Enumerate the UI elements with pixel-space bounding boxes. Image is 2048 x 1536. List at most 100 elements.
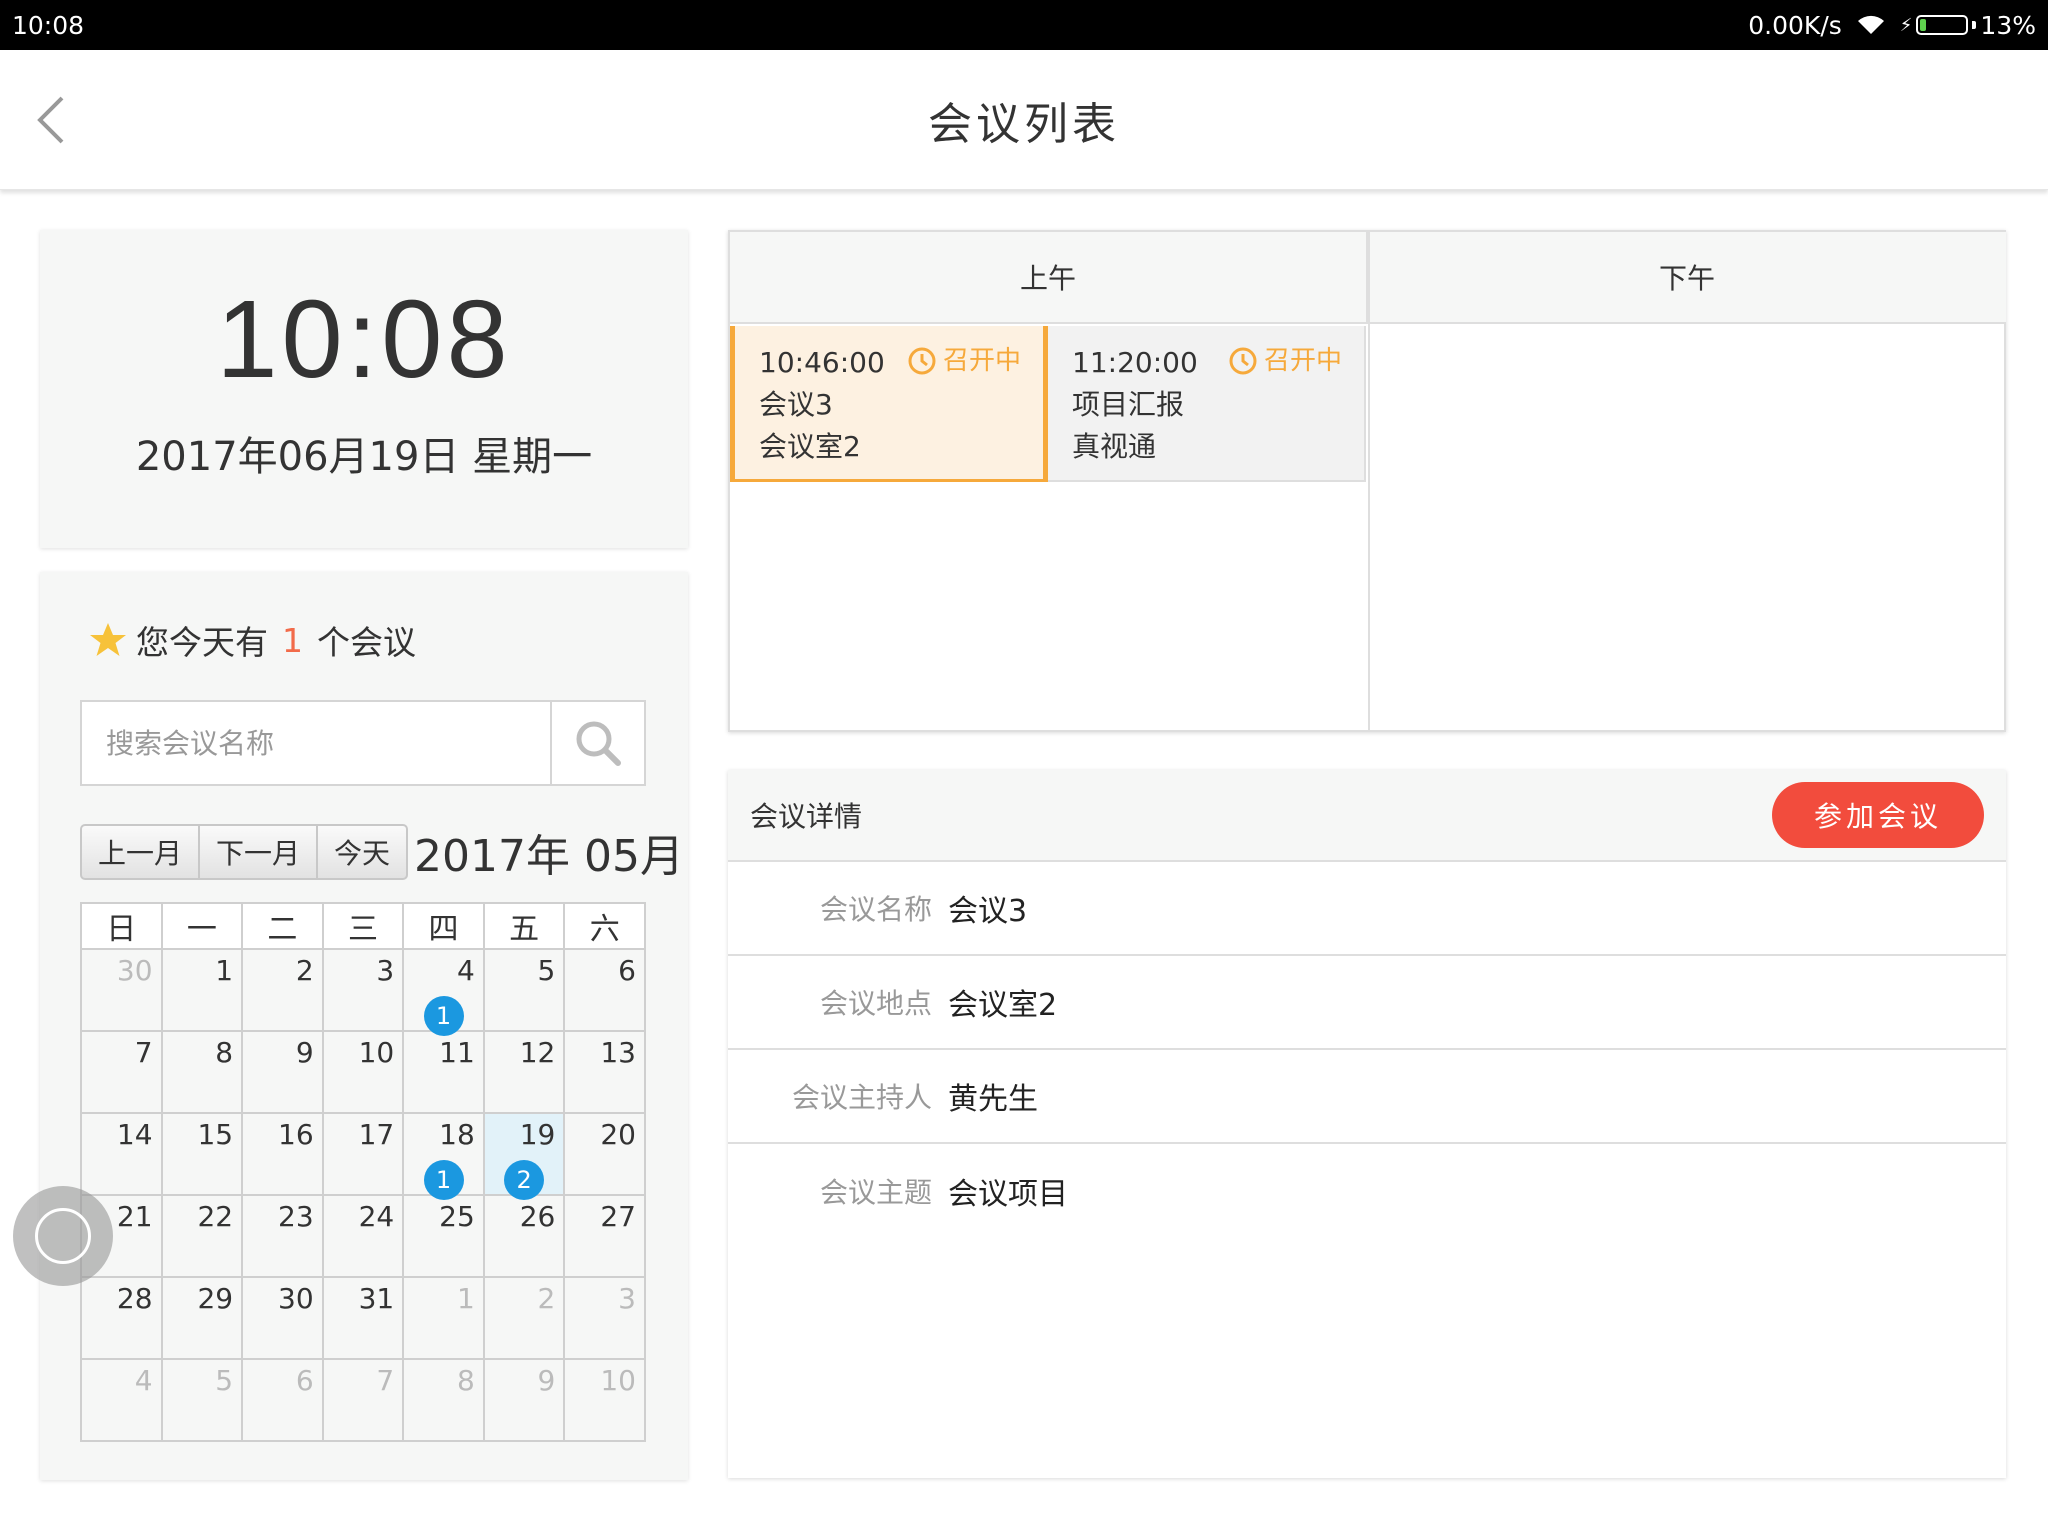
details-title: 会议详情 bbox=[750, 800, 863, 833]
meeting-status: 召开中 bbox=[907, 340, 1021, 382]
calendar-day[interactable]: 9 bbox=[482, 1358, 566, 1442]
detail-value: 会议室2 bbox=[948, 988, 1058, 1023]
day-number: 1 bbox=[215, 954, 234, 987]
search-button[interactable] bbox=[550, 702, 644, 784]
day-number: 12 bbox=[519, 1036, 556, 1069]
detail-label: 会议主题 bbox=[819, 1176, 932, 1209]
day-number: 4 bbox=[456, 954, 475, 987]
weekday-header: 六 bbox=[563, 902, 646, 950]
day-number: 6 bbox=[618, 954, 636, 987]
calendar-day[interactable]: 24 bbox=[321, 1194, 405, 1278]
calendar-day[interactable]: 7 bbox=[80, 1030, 163, 1114]
day-number: 21 bbox=[116, 1200, 153, 1233]
calendar-day[interactable]: 29 bbox=[160, 1276, 244, 1360]
day-number: 10 bbox=[600, 1364, 636, 1397]
calendar-day[interactable]: 15 bbox=[160, 1112, 244, 1196]
meeting-card[interactable]: 11:20:00 项目汇报 真视通 召开中 bbox=[1048, 326, 1366, 482]
calendar-day[interactable]: 41 bbox=[402, 948, 485, 1036]
calendar-day[interactable]: 14 bbox=[80, 1112, 163, 1196]
back-icon[interactable] bbox=[30, 90, 80, 150]
today-prefix: 您今天有 bbox=[136, 623, 268, 662]
calendar-day[interactable]: 8 bbox=[402, 1358, 485, 1442]
day-number: 18 bbox=[439, 1118, 475, 1151]
status-bar: 10:08 0.00K/s ⚡ 13% bbox=[0, 0, 2048, 50]
detail-value: 会议3 bbox=[948, 894, 1028, 929]
calendar-day[interactable]: 22 bbox=[160, 1194, 244, 1278]
floating-assist-button[interactable] bbox=[13, 1186, 113, 1286]
search-input[interactable] bbox=[82, 702, 550, 784]
detail-value: 会议项目 bbox=[948, 1177, 1068, 1212]
calendar-day[interactable]: 9 bbox=[241, 1030, 324, 1114]
detail-row: 会议名称 会议3 bbox=[728, 862, 2006, 956]
weekday-header: 四 bbox=[402, 902, 485, 950]
calendar-day[interactable]: 2 bbox=[241, 948, 324, 1032]
calendar-day[interactable]: 3 bbox=[563, 1276, 646, 1360]
calendar-day[interactable]: 19 2 bbox=[482, 1112, 566, 1200]
day-number: 19 bbox=[519, 1118, 556, 1151]
page-title: 会议列表 bbox=[928, 98, 1120, 150]
meeting-count-badge: 2 bbox=[504, 1160, 545, 1200]
day-number: 7 bbox=[376, 1364, 395, 1397]
battery-indicator: ⚡ 13% bbox=[1900, 11, 2036, 40]
day-number: 31 bbox=[358, 1282, 395, 1315]
afternoon-header: 下午 bbox=[1368, 232, 2006, 324]
calendar-day[interactable]: 4 bbox=[80, 1358, 163, 1442]
calendar-day[interactable]: 6 bbox=[241, 1358, 324, 1442]
day-number: 22 bbox=[197, 1200, 234, 1233]
calendar-day[interactable]: 23 bbox=[241, 1194, 324, 1278]
day-number: 11 bbox=[439, 1036, 475, 1069]
calendar-day[interactable]: 10 bbox=[321, 1030, 405, 1114]
month-nav: 上一月 下一月 今天 2017年 05月 bbox=[80, 820, 684, 884]
weekday-header: 二 bbox=[241, 902, 324, 950]
status-time: 10:08 bbox=[12, 10, 85, 40]
day-number: 25 bbox=[439, 1200, 475, 1233]
meeting-room: 会议室2 bbox=[759, 430, 861, 463]
calendar-day[interactable]: 5 bbox=[482, 948, 566, 1032]
day-number: 8 bbox=[215, 1036, 234, 1069]
calendar-day[interactable]: 5 bbox=[160, 1358, 244, 1442]
calendar-day[interactable]: 8 bbox=[160, 1030, 244, 1114]
calendar-day[interactable]: 30 bbox=[241, 1276, 324, 1360]
calendar-day[interactable]: 7 bbox=[321, 1358, 405, 1442]
clock-icon bbox=[908, 347, 936, 375]
calendar-day[interactable]: 3 bbox=[321, 948, 405, 1032]
today-button[interactable]: 今天 bbox=[318, 826, 406, 878]
calendar-day[interactable]: 17 bbox=[321, 1112, 405, 1196]
calendar-day[interactable]: 1 bbox=[402, 1276, 485, 1360]
calendar-day[interactable]: 28 bbox=[80, 1276, 163, 1360]
calendar-day[interactable]: 11 bbox=[402, 1030, 485, 1114]
calendar-day[interactable]: 16 bbox=[241, 1112, 324, 1196]
today-meeting-count: 1 bbox=[282, 620, 303, 660]
battery-percent: 13% bbox=[1980, 10, 2036, 40]
calendar-day[interactable]: 12 bbox=[482, 1030, 566, 1114]
join-meeting-button[interactable]: 参加会议 bbox=[1772, 782, 1984, 848]
calendar-day[interactable]: 26 bbox=[482, 1194, 566, 1278]
detail-row: 会议主持人 黄先生 bbox=[728, 1050, 2006, 1144]
calendar-day[interactable]: 10 bbox=[563, 1358, 646, 1442]
calendar-day[interactable]: 1 bbox=[160, 948, 244, 1032]
detail-row: 会议地点 会议室2 bbox=[728, 956, 2006, 1050]
next-month-button[interactable]: 下一月 bbox=[200, 826, 319, 878]
morning-header: 上午 bbox=[730, 232, 1368, 324]
clock-date: 2017年06月19日 星期一 bbox=[135, 434, 593, 480]
today-suffix: 个会议 bbox=[317, 623, 416, 662]
day-number: 30 bbox=[116, 954, 153, 987]
weekday-header: 五 bbox=[482, 902, 566, 950]
calendar-day[interactable]: 27 bbox=[563, 1194, 646, 1278]
meeting-count-badge: 1 bbox=[423, 996, 464, 1036]
calendar-day[interactable]: 2 bbox=[482, 1276, 566, 1360]
calendar-day[interactable]: 6 bbox=[563, 948, 646, 1032]
day-number: 20 bbox=[600, 1118, 636, 1151]
meeting-card[interactable]: 10:46:00 会议3 会议室2 召开中 bbox=[730, 326, 1048, 482]
calendar-day[interactable]: 20 bbox=[563, 1112, 646, 1196]
calendar-day[interactable]: 30 bbox=[80, 948, 163, 1032]
calendar-day[interactable]: 25 bbox=[402, 1194, 485, 1278]
day-number: 1 bbox=[456, 1282, 475, 1315]
search-box bbox=[80, 700, 646, 786]
day-number: 23 bbox=[278, 1200, 314, 1233]
day-number: 13 bbox=[600, 1036, 636, 1069]
prev-month-button[interactable]: 上一月 bbox=[82, 826, 201, 878]
calendar-day[interactable]: 13 bbox=[563, 1030, 646, 1114]
calendar-day[interactable]: 31 bbox=[321, 1276, 405, 1360]
calendar-day[interactable]: 18 1 bbox=[402, 1112, 485, 1200]
